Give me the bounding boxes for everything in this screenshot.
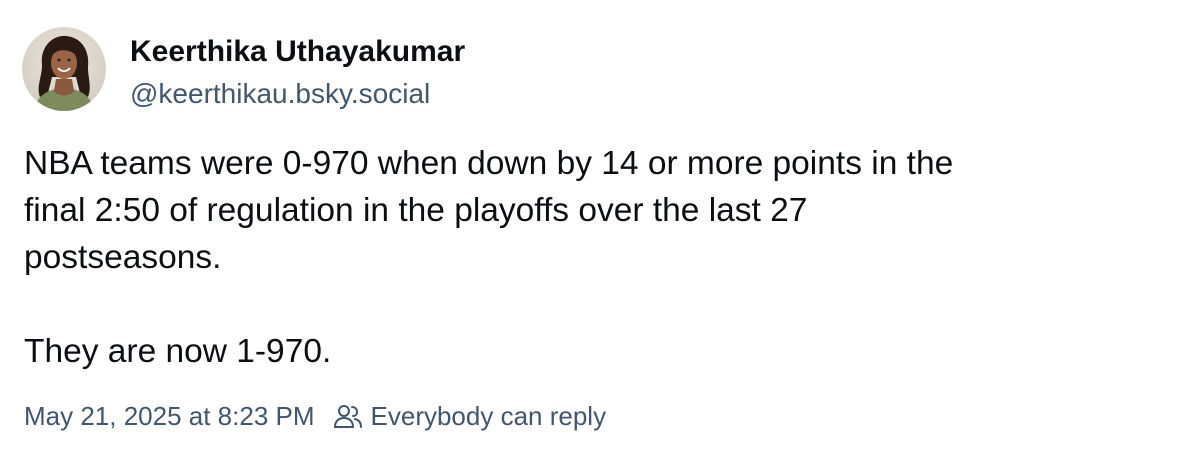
post-card: Keerthika Uthayakumar @keerthikau.bsky.s… (0, 0, 1190, 454)
post-text-paragraph: They are now 1-970. (24, 333, 332, 370)
author-display-name[interactable]: Keerthika Uthayakumar (130, 34, 465, 70)
author-handle[interactable]: @keerthikau.bsky.social (130, 78, 430, 110)
avatar[interactable] (22, 27, 106, 111)
post-text-line: postseasons. (24, 239, 222, 276)
post-timestamp[interactable]: May 21, 2025 at 8:23 PM (24, 401, 315, 432)
reply-setting-label[interactable]: Everybody can reply (371, 401, 607, 432)
post-meta: May 21, 2025 at 8:23 PM Everybody can re… (24, 400, 606, 432)
post-text-line: final 2:50 of regulation in the playoffs… (24, 192, 808, 229)
post-text-line: NBA teams were 0-970 when down by 14 or … (24, 145, 954, 182)
people-icon (333, 403, 363, 429)
post-text: NBA teams were 0-970 when down by 14 or … (24, 140, 1154, 375)
profile-photo-icon (22, 27, 106, 111)
